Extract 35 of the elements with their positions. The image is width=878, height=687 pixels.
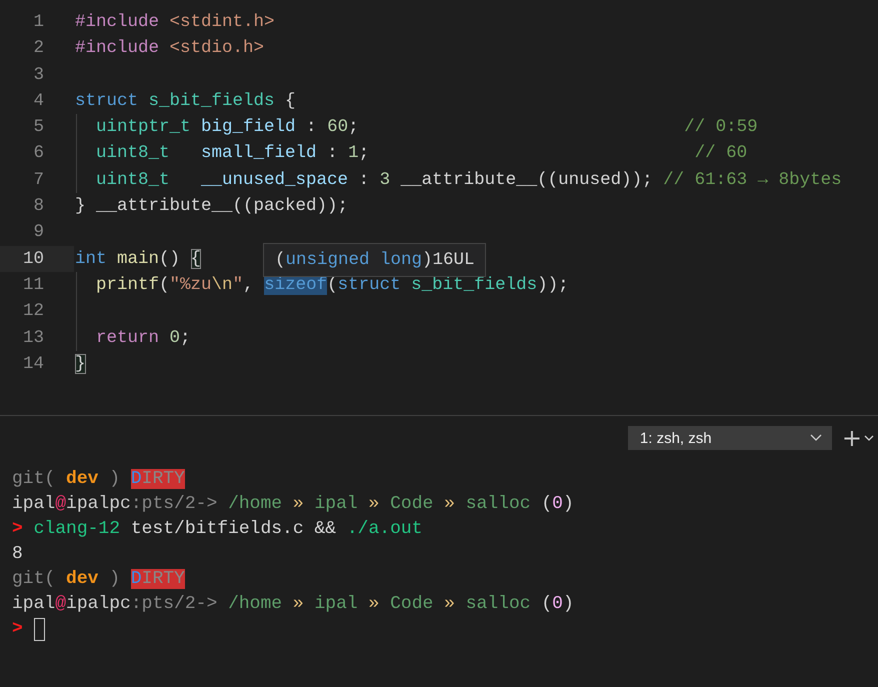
terminal-line: > clang-12 test/bitfields.c && ./a.out [12,518,422,541]
line-number: 1 [32,11,44,34]
line-number: 3 [32,64,44,87]
line-number: 5 [32,116,44,140]
line-number: 6 [32,142,44,166]
line-number: 8 [32,195,44,218]
terminal-selector[interactable]: 1: zsh, zsh [628,426,832,450]
code-line: #include <stdio.h> [75,38,264,58]
code-line: struct s_bit_fields { [75,90,296,111]
terminal-line: git( dev ) DIRTY [12,468,185,491]
line-number: 10 [22,248,44,271]
code-line: int main() { [75,248,202,269]
line-number: 13 [22,326,44,350]
line-number: 4 [32,90,44,113]
hover-tooltip: (unsigned long)16UL [263,243,486,277]
terminal-line: 8 [12,543,23,566]
line-number: 11 [22,274,44,297]
code-line: uint8_t small_field : 1; // 60 [95,143,748,164]
code-line: uint8_t __unused_space : 3 __attribute__((unused)); // 61:63 → 8bytes [95,170,842,190]
line-number: 2 [32,37,44,60]
terminal-line: ipal@ipalpc:pts/2-> /home » ipal » Code » salloc (0) [12,493,574,516]
line-number: 9 [32,221,44,244]
line-number: 12 [22,300,44,324]
new-terminal-button[interactable]: + [842,426,862,450]
terminal-line: > [12,618,23,641]
line-number: 14 [22,352,44,376]
terminal-line: ipal@ipalpc:pts/2-> /home » ipal » Code » salloc (0) [12,593,574,616]
chevron-down-icon [810,434,822,442]
code-line: uintptr_t big_field : 60; // 0:59 [95,117,758,138]
line-number: 7 [32,168,44,192]
chevron-down-icon[interactable] [864,434,874,442]
code-line: #include <stdint.h> [75,12,275,32]
terminal-line: git( dev ) DIRTY [12,568,185,591]
code-line: return 0; [95,328,191,348]
code-line: } __attribute__((packed)); [75,196,348,216]
